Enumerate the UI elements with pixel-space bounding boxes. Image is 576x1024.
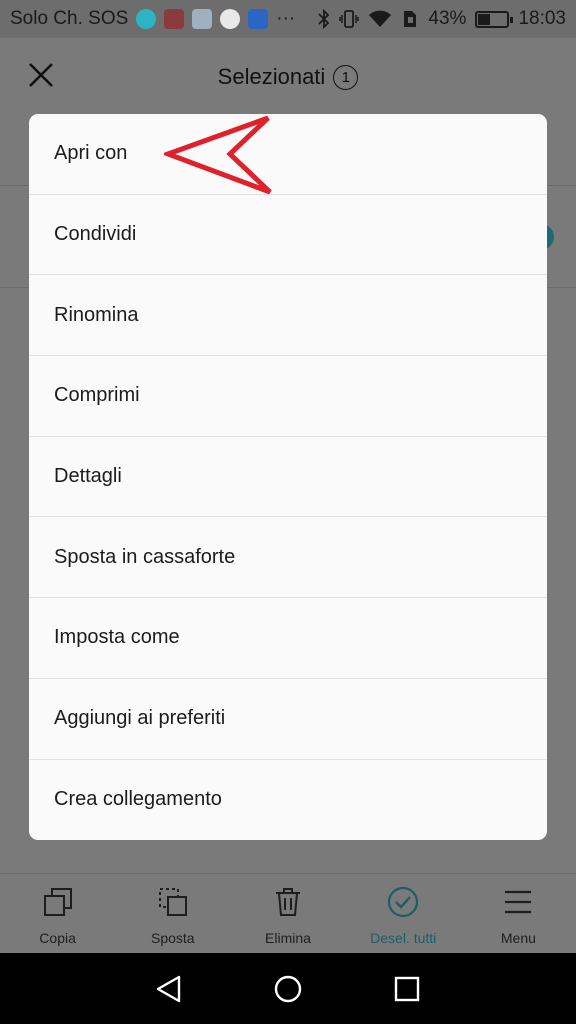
toolbar-label: Sposta [151,930,195,946]
home-icon[interactable] [273,974,303,1004]
menu-item-label: Apri con [54,142,128,165]
sim-icon [404,11,417,27]
gallery-app-icon [192,9,213,29]
google-app-icon [220,9,241,29]
menu-item-label: Condividi [54,223,137,246]
deselect-all-button[interactable]: Desel. tutti [346,874,461,953]
app-bar: Selezionati 1 [0,38,576,116]
menu-item-label: Rinomina [54,303,139,326]
toolbar-label: Elimina [265,930,311,946]
check-circle-icon [388,886,419,918]
move-icon [158,888,187,916]
menu-icon [505,890,532,914]
menu-item-label: Sposta in cassaforte [54,545,236,568]
close-icon[interactable] [26,60,56,90]
wifi-icon [369,10,392,27]
more-notifications-icon: ··· [276,8,296,29]
carrier-label: Solo Ch. SOS [10,8,129,29]
menu-item-create-shortcut[interactable]: Crea collegamento [29,760,547,841]
battery-icon [475,10,514,28]
menu-item-label: Imposta come [54,626,180,649]
toolbar-label: Menu [500,930,536,946]
annotation-arrow-icon [164,115,272,195]
battery-percent: 43% [428,8,467,29]
photo-app-icon [164,9,185,29]
context-menu-dialog: Apri con Condividi Rinomina Comprimi Det… [29,114,547,840]
menu-item-details[interactable]: Dettagli [29,437,547,518]
menu-item-share[interactable]: Condividi [29,195,547,276]
moon-app-icon [136,9,157,29]
title-label: Selezionati [217,64,326,89]
menu-item-label: Aggiungi ai preferiti [54,707,226,730]
clock: 18:03 [518,8,566,29]
delete-button[interactable]: Elimina [230,874,345,953]
navigation-bar [0,953,576,1024]
move-button[interactable]: Sposta [115,874,230,953]
menu-button[interactable]: Menu [461,874,576,953]
vibrate-icon [339,10,360,28]
status-bar: Solo Ch. SOS ··· 43% 18:03 [0,0,576,38]
menu-item-label: Dettagli [54,465,122,488]
toolbar-label: Copia [39,930,76,946]
menu-item-open-with[interactable]: Apri con [29,114,547,195]
menu-item-set-as[interactable]: Imposta come [29,598,547,679]
bottom-toolbar: Copia Sposta Elimina Desel. tutti Menu [0,873,576,953]
menu-item-add-favorites[interactable]: Aggiungi ai preferiti [29,679,547,760]
page-title: Selezionati 1 [218,64,359,90]
menu-item-move-to-safe[interactable]: Sposta in cassaforte [29,517,547,599]
menu-item-compress[interactable]: Comprimi [29,356,547,437]
toolbar-label: Desel. tutti [370,930,437,946]
recents-icon[interactable] [392,974,422,1004]
back-icon[interactable] [154,974,184,1004]
outlook-app-icon [248,9,269,29]
trash-icon [276,888,300,916]
menu-item-label: Crea collegamento [54,788,222,811]
copy-icon [43,888,72,916]
menu-item-label: Comprimi [54,384,140,407]
copy-button[interactable]: Copia [0,874,115,953]
menu-item-rename[interactable]: Rinomina [29,275,547,357]
selected-count-badge: 1 [333,64,359,90]
bluetooth-icon [318,9,330,29]
